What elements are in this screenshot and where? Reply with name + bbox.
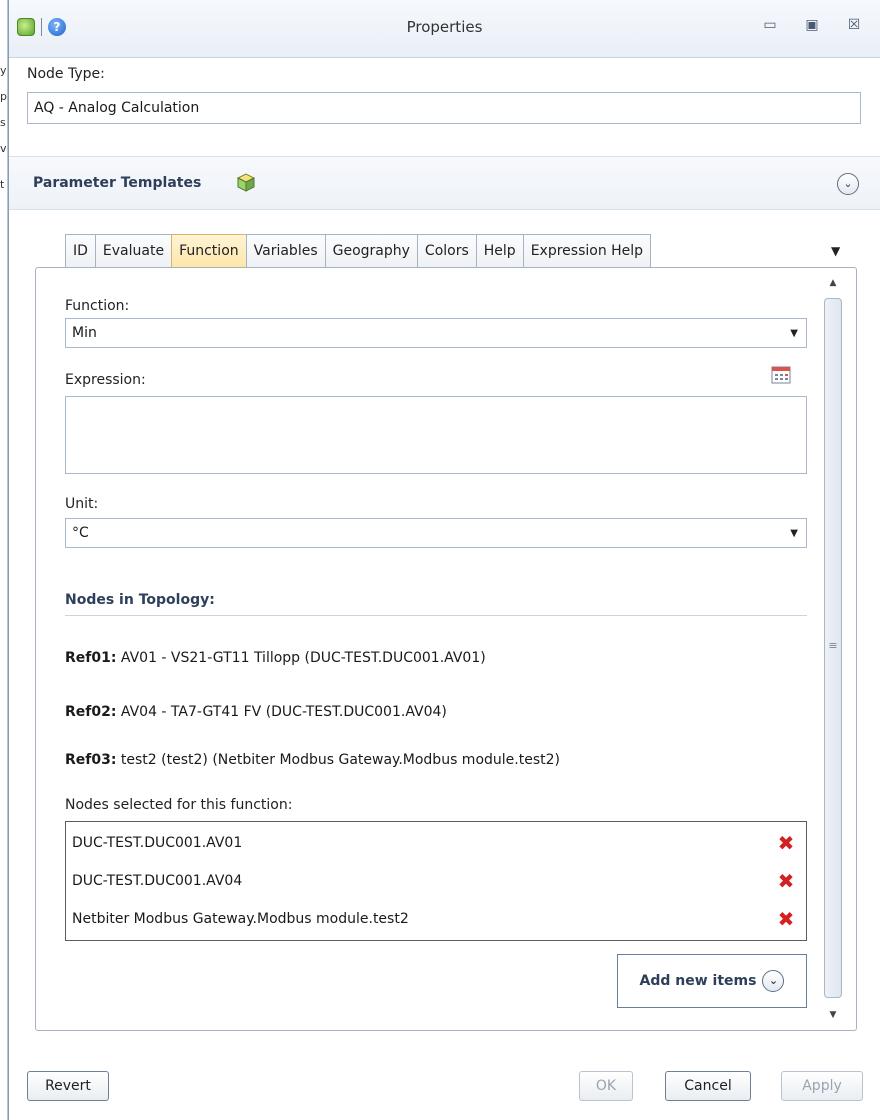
unit-value: °C [72, 525, 89, 541]
package-icon[interactable] [235, 171, 257, 193]
list-item-label: DUC-TEST.DUC001.AV01 [72, 835, 243, 851]
dropdown-arrow-icon: ▼ [790, 327, 798, 339]
panel-scrollbar[interactable]: ▲ ≡ ▼ [821, 276, 845, 1028]
expression-editor-icon[interactable] [771, 366, 791, 384]
list-item[interactable]: Netbiter Modbus Gateway.Modbus module.te… [72, 902, 800, 936]
scroll-grip-icon: ≡ [828, 639, 838, 652]
tab-strip: ID Evaluate Function Variables Geography… [65, 234, 652, 268]
background-char: p [0, 90, 7, 103]
parameter-templates-title: Parameter Templates [33, 175, 202, 191]
expression-label: Expression: [65, 372, 146, 388]
background-char: y [0, 64, 7, 77]
section-divider [65, 615, 807, 616]
delete-icon[interactable]: ✖ [776, 871, 796, 891]
function-value: Min [72, 325, 97, 341]
node-type-field[interactable]: AQ - Analog Calculation [27, 92, 861, 124]
ok-button[interactable]: OK [579, 1071, 633, 1101]
list-item[interactable]: DUC-TEST.DUC001.AV01 ✖ [72, 826, 800, 860]
function-label: Function: [65, 298, 130, 314]
tab-geography[interactable]: Geography [324, 234, 418, 268]
revert-button[interactable]: Revert [27, 1071, 109, 1101]
selected-nodes-list[interactable]: DUC-TEST.DUC001.AV01 ✖ DUC-TEST.DUC001.A… [65, 821, 807, 941]
scroll-down-icon[interactable]: ▼ [821, 1010, 845, 1020]
tab-expression-help[interactable]: Expression Help [522, 234, 652, 268]
expand-templates-chevron-icon[interactable]: ⌄ [837, 173, 859, 195]
cancel-button[interactable]: Cancel [665, 1071, 751, 1101]
topology-ref: Ref01: AV01 - VS21-GT11 Tillopp (DUC-TES… [65, 650, 486, 666]
tab-evaluate[interactable]: Evaluate [94, 234, 173, 268]
list-item-label: Netbiter Modbus Gateway.Modbus module.te… [72, 911, 409, 927]
scroll-thumb[interactable]: ≡ [824, 298, 842, 998]
properties-window: ? Properties ▭ ▣ ☒ Node Type: AQ - Analo… [8, 0, 880, 1120]
restore-button[interactable]: ▣ [800, 14, 824, 36]
delete-icon[interactable]: ✖ [776, 909, 796, 929]
topology-ref: Ref02: AV04 - TA7-GT41 FV (DUC-TEST.DUC0… [65, 704, 447, 720]
tab-overflow-arrow-icon[interactable]: ▼ [831, 244, 840, 258]
background-char: t [0, 178, 5, 191]
ref-key: Ref03: [65, 752, 117, 768]
ref-key: Ref02: [65, 704, 117, 720]
minimize-button[interactable]: ▭ [758, 14, 782, 36]
scroll-up-icon[interactable]: ▲ [821, 278, 845, 288]
topology-ref: Ref03: test2 (test2) (Netbiter Modbus Ga… [65, 752, 560, 768]
ref-text: test2 (test2) (Netbiter Modbus Gateway.M… [120, 752, 560, 768]
ref-text: AV01 - VS21-GT11 Tillopp (DUC-TEST.DUC00… [120, 650, 486, 666]
ref-key: Ref01: [65, 650, 117, 666]
chevron-down-icon: ⌄ [762, 970, 785, 992]
background-char: s [0, 116, 6, 129]
tab-variables[interactable]: Variables [245, 234, 326, 268]
selected-nodes-label: Nodes selected for this function: [65, 797, 293, 813]
tab-id[interactable]: ID [65, 234, 96, 268]
ref-text: AV04 - TA7-GT41 FV (DUC-TEST.DUC001.AV04… [120, 704, 447, 720]
function-select[interactable]: Min ▼ [65, 318, 807, 348]
node-type-value: AQ - Analog Calculation [34, 100, 200, 116]
apply-button[interactable]: Apply [781, 1071, 863, 1101]
title-bar[interactable]: ? Properties ▭ ▣ ☒ [9, 0, 880, 58]
window-title: Properties [406, 18, 483, 36]
unit-select[interactable]: °C ▼ [65, 518, 807, 548]
close-button[interactable]: ☒ [842, 14, 866, 36]
tab-help[interactable]: Help [475, 234, 524, 268]
nodes-in-topology-heading: Nodes in Topology: [65, 592, 215, 608]
delete-icon[interactable]: ✖ [776, 833, 796, 853]
list-item-label: DUC-TEST.DUC001.AV04 [72, 873, 243, 889]
expression-input[interactable] [65, 396, 807, 474]
add-new-items-label: Add new items [639, 973, 757, 989]
tab-function[interactable]: Function [171, 234, 247, 268]
background-char: v [0, 142, 7, 155]
window-controls: ▭ ▣ ☒ [758, 14, 866, 36]
unit-label: Unit: [65, 496, 99, 512]
list-item[interactable]: DUC-TEST.DUC001.AV04 ✖ [72, 864, 800, 898]
dropdown-arrow-icon: ▼ [790, 527, 798, 539]
parameter-templates-header: Parameter Templates ⌄ [9, 156, 880, 210]
background-window-edge: y p s v t [0, 0, 8, 1120]
add-new-items-button[interactable]: Add new items ⌄ [617, 954, 807, 1008]
tab-colors[interactable]: Colors [416, 234, 477, 268]
node-type-label: Node Type: [27, 66, 105, 82]
